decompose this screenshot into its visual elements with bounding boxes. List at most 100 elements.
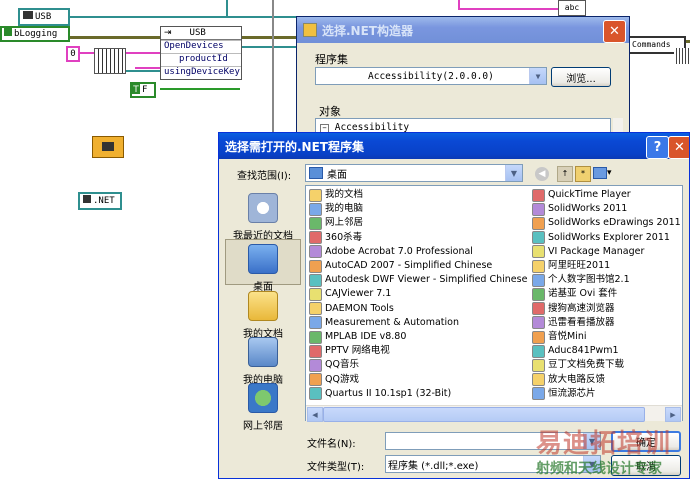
view-menu-icon[interactable]: ▾ (593, 166, 615, 180)
places-bar: 我最近的文档 桌面 我的文档 我的电脑 网上邻居 (225, 185, 301, 432)
file-list-item[interactable]: 我的电脑 (309, 202, 529, 216)
back-icon[interactable]: ◀ (535, 167, 549, 181)
file-shortcut-icon (532, 188, 545, 202)
boolean-constant[interactable]: TF (130, 82, 156, 98)
file-list-item[interactable]: 360杀毒 (309, 231, 529, 245)
file-list-item[interactable]: SolidWorks eDrawings 2011 (532, 216, 682, 230)
dotnet-ref-control[interactable]: .NET (78, 192, 122, 210)
file-list-item[interactable]: VI Package Manager (532, 245, 682, 259)
cancel-button[interactable]: 取消 (611, 455, 681, 476)
file-shortcut-icon (532, 330, 545, 344)
wire (160, 88, 240, 90)
file-list-item[interactable]: 放大电路反馈 (532, 373, 682, 387)
assembly-select[interactable]: Accessibility(2.0.0.0) ▼ (315, 67, 547, 85)
file-shortcut-icon (309, 202, 322, 216)
numeric-constant[interactable]: 0 (66, 46, 80, 62)
file-list-item[interactable]: Measurement & Automation (309, 316, 529, 330)
file-list-item[interactable]: QQ游戏 (309, 373, 529, 387)
file-list-item-label: SolidWorks Explorer 2011 (548, 231, 670, 243)
wire (135, 67, 160, 69)
file-shortcut-icon (309, 302, 322, 316)
ok-button[interactable]: 确定 (611, 431, 681, 452)
place-my-computer[interactable]: 我的电脑 (225, 337, 301, 386)
horizontal-scrollbar[interactable]: ◀ ▶ (306, 405, 682, 422)
ref-icon (23, 11, 33, 19)
wire (226, 0, 228, 16)
close-icon[interactable]: ✕ (668, 136, 689, 159)
blogging-control[interactable]: bLogging (0, 26, 70, 42)
file-shortcut-icon (309, 344, 322, 358)
bool-icon (4, 28, 12, 36)
file-list-item[interactable]: Aduc841Pwm1 (532, 344, 682, 358)
wire (458, 0, 460, 10)
property-product-id[interactable]: productId (161, 53, 241, 66)
file-list[interactable]: 我的文档 我的电脑 网上邻居 360杀毒 Adobe Acrobat 7.0 Profe… (305, 185, 683, 421)
file-list-item-label: Quartus II 10.1sp1 (32-Bit) (325, 387, 452, 399)
file-list-item[interactable]: 个人数字图书馆2.1 (532, 273, 682, 287)
file-list-item[interactable]: 恒流源芯片 (532, 387, 682, 401)
scroll-left-icon[interactable]: ◀ (307, 407, 323, 422)
place-recent-documents[interactable]: 我最近的文档 (225, 193, 301, 242)
look-in-select[interactable]: 桌面 ▼ (305, 164, 523, 182)
scroll-thumb[interactable] (323, 407, 645, 422)
property-using-device-key[interactable]: usingDeviceKey (161, 66, 241, 79)
wire (126, 70, 160, 72)
file-list-item[interactable]: PPTV 网络电视 (309, 344, 529, 358)
place-my-documents[interactable]: 我的文档 (225, 291, 301, 340)
scroll-right-icon[interactable]: ▶ (665, 407, 681, 422)
file-list-item[interactable]: 音悦Mini (532, 330, 682, 344)
usb-property-node[interactable]: ⇥ USB OpenDevices productId usingDeviceKe… (160, 26, 242, 80)
file-list-item[interactable]: SolidWorks 2011 (532, 202, 682, 216)
file-list-item[interactable]: AutoCAD 2007 - Simplified Chinese (309, 259, 529, 273)
dotnet-dialog-titlebar[interactable]: 选择.NET构造器 (297, 17, 629, 43)
up-folder-icon[interactable]: ↑ (557, 166, 573, 182)
close-icon[interactable]: ✕ (603, 20, 626, 43)
file-list-item[interactable]: QQ音乐 (309, 358, 529, 372)
file-list-item[interactable]: Autodesk DWF Viewer - Simplified Chinese (309, 273, 529, 287)
help-icon[interactable]: ? (646, 136, 669, 159)
file-list-item-label: 个人数字图书馆2.1 (548, 274, 630, 286)
file-list-item[interactable]: 豆丁文档免费下载 (532, 358, 682, 372)
file-list-item-label: 搜狗高速浏览器 (548, 302, 615, 314)
filename-input[interactable]: ▼ (385, 432, 601, 450)
file-list-item[interactable]: Adobe Acrobat 7.0 Professional (309, 245, 529, 259)
place-network[interactable]: 网上邻居 (225, 383, 301, 432)
file-list-item-label: DAEMON Tools (325, 302, 394, 314)
my-documents-icon (248, 291, 278, 321)
file-list-item[interactable]: 诺基亚 Ovi 套件 (532, 287, 682, 301)
constructor-node-icon[interactable] (92, 136, 124, 158)
file-list-item-label: 恒流源芯片 (548, 387, 596, 399)
file-list-item[interactable]: 阿里旺旺2011 (532, 259, 682, 273)
property-open-devices[interactable]: OpenDevices (161, 40, 241, 53)
subvi-icon[interactable] (674, 48, 690, 64)
desktop-icon (248, 244, 278, 274)
file-list-item[interactable]: CAJViewer 7.1 (309, 287, 529, 301)
file-list-item-label: 音悦Mini (548, 331, 587, 342)
file-list-item[interactable]: MPLAB IDE v8.80 (309, 330, 529, 344)
usb-ref-control[interactable]: USB (18, 8, 70, 26)
file-list-item[interactable]: Quartus II 10.1sp1 (32-Bit) (309, 387, 529, 401)
arrow-right-icon: ⇥ (164, 28, 172, 38)
string-constant[interactable]: abc (558, 0, 586, 16)
file-list-item[interactable]: 搜狗高速浏览器 (532, 302, 682, 316)
my-computer-icon (248, 337, 278, 367)
file-list-item[interactable]: 网上邻居 (309, 216, 529, 230)
file-shortcut-icon (532, 287, 545, 301)
filetype-select[interactable]: 程序集 (*.dll;*.exe) ▼ (385, 455, 601, 473)
subvi-icon[interactable] (94, 48, 126, 74)
file-list-item[interactable]: DAEMON Tools (309, 302, 529, 316)
chevron-down-icon: ▼ (505, 165, 522, 181)
browse-button[interactable]: 浏览... (551, 67, 611, 87)
file-shortcut-icon (532, 259, 545, 273)
file-list-item[interactable]: 我的文档 (309, 188, 529, 202)
file-list-item-label: 豆丁文档免费下载 (548, 359, 625, 371)
file-list-item[interactable]: 迅雷看看播放器 (532, 316, 682, 330)
filetype-label: 文件类型(T): (307, 462, 365, 473)
file-shortcut-icon (532, 358, 545, 372)
place-desktop[interactable]: 桌面 (225, 239, 301, 293)
file-list-item[interactable]: QuickTime Player (532, 188, 682, 202)
objects-label: 对象 (319, 105, 341, 118)
file-dialog-titlebar[interactable]: 选择需打开的.NET程序集 (219, 133, 689, 159)
new-folder-icon[interactable]: * (575, 166, 591, 182)
file-list-item[interactable]: SolidWorks Explorer 2011 (532, 231, 682, 245)
